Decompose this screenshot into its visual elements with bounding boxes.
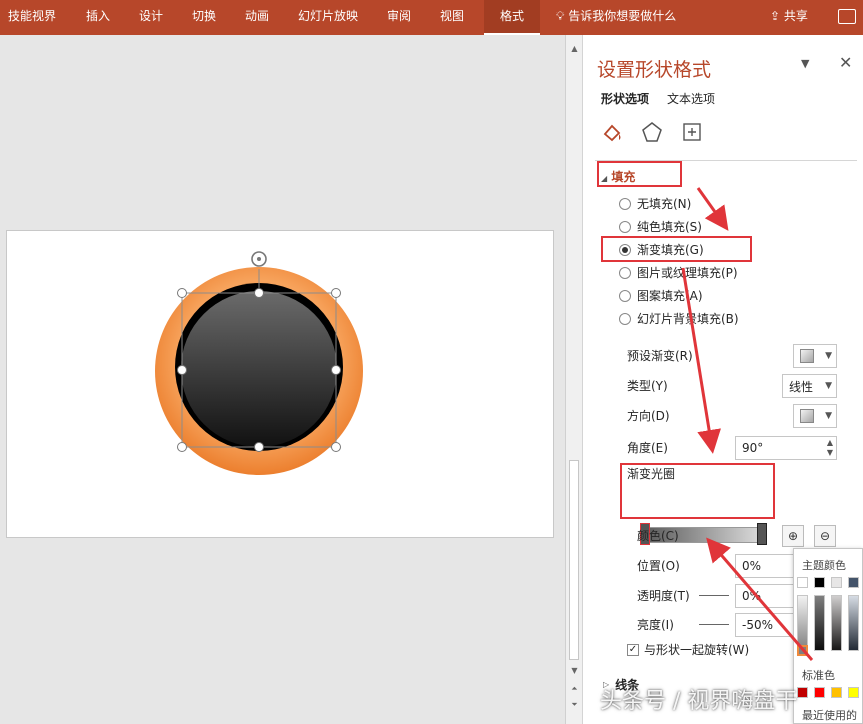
next-slide-icon[interactable]: ⏷ <box>569 699 580 710</box>
preset-gradient-dropdown[interactable]: ▼ <box>793 344 837 368</box>
chevron-down-icon: ▼ <box>825 351 832 361</box>
share-label: 共享 <box>783 9 808 23</box>
angle-spinner[interactable]: 90° ▲ ▼ <box>735 436 837 460</box>
brightness-label: 亮度(I) <box>637 618 674 632</box>
theme-colors-heading: 主题颜色 <box>802 559 846 572</box>
tab-review[interactable]: 审阅 <box>387 0 411 35</box>
theme-color-white[interactable] <box>797 577 808 588</box>
spinner-arrows-icon[interactable]: ▲ ▼ <box>827 438 833 458</box>
ribbon: 技能视界 插入 设计 切换 动画 幻灯片放映 审阅 视图 格式 💡︎ 告诉我你想… <box>0 0 863 35</box>
lightbulb-icon: 💡︎ <box>556 9 565 23</box>
scroll-up-icon[interactable]: ▲ <box>569 43 580 54</box>
rotate-with-shape-checkbox[interactable]: ✓ 与形状一起旋转(W) <box>627 641 749 659</box>
gradient-swatch-icon <box>800 349 814 363</box>
tab-insert[interactable]: 插入 <box>86 0 110 35</box>
tab-format[interactable]: 格式 <box>484 0 540 35</box>
tab-slideshow[interactable]: 幻灯片放映 <box>298 0 358 35</box>
transparency-spinner[interactable]: 0% <box>735 584 797 608</box>
tab-view[interactable]: 视图 <box>440 0 464 35</box>
theme-shades-col4[interactable] <box>848 595 859 651</box>
fill-option-background[interactable]: 幻灯片背景填充(B) <box>619 310 739 328</box>
theme-color-blue-gray[interactable] <box>848 577 859 588</box>
remove-stop-icon[interactable]: ⊖ <box>814 525 836 547</box>
tab-animations[interactable]: 动画 <box>245 0 269 35</box>
divider <box>595 160 857 161</box>
fill-line-icon[interactable] <box>599 119 625 145</box>
tab-shape-options[interactable]: 形状选项 <box>601 90 649 107</box>
vertical-scrollbar[interactable]: ▲ ▼ ⏶ ⏷ <box>565 35 582 724</box>
radio-icon <box>619 198 631 210</box>
tell-me-box[interactable]: 💡︎ 告诉我你想要做什么 <box>556 0 676 35</box>
fill-option-picture[interactable]: 图片或纹理填充(P) <box>619 264 738 282</box>
theme-shades-col3[interactable] <box>831 595 842 651</box>
chevron-down-icon: ▼ <box>825 381 832 391</box>
fill-section-header[interactable]: ◢ 填充 <box>601 168 635 185</box>
circle-shape[interactable] <box>7 231 555 539</box>
position-label: 位置(O) <box>637 559 680 573</box>
selected-color-cell[interactable] <box>797 645 808 656</box>
theme-color-gray[interactable] <box>831 577 842 588</box>
standard-color-dark-red[interactable] <box>797 687 808 698</box>
gradient-stop-right[interactable] <box>757 523 767 545</box>
size-properties-icon[interactable] <box>679 119 705 145</box>
gradient-circle <box>181 291 337 447</box>
recent-colors-heading: 最近使用的 <box>802 709 857 722</box>
comments-icon[interactable] <box>838 9 856 24</box>
scroll-down-icon[interactable]: ▼ <box>569 665 580 676</box>
angle-label: 角度(E) <box>627 441 668 455</box>
chevron-down-icon: ▼ <box>825 411 832 421</box>
direction-dropdown[interactable]: ▼ <box>793 404 837 428</box>
radio-selected-icon <box>619 244 631 256</box>
scroll-thumb[interactable] <box>569 460 579 660</box>
position-spinner[interactable]: 0% <box>735 554 797 578</box>
transparency-label: 透明度(T) <box>637 589 690 603</box>
share-icon: ⇪ <box>770 9 781 23</box>
transparency-slider[interactable] <box>699 595 729 605</box>
gradient-stops-label: 渐变光圈 <box>627 467 676 481</box>
slide-canvas <box>0 35 565 724</box>
add-stop-icon[interactable]: ⊕ <box>782 525 804 547</box>
standard-color-yellow[interactable] <box>848 687 859 698</box>
fill-option-none[interactable]: 无填充(N) <box>619 195 691 213</box>
radio-icon <box>619 290 631 302</box>
pane-title: 设置形状格式 <box>597 59 712 81</box>
tab-text-options[interactable]: 文本选项 <box>667 90 715 107</box>
standard-color-red[interactable] <box>814 687 825 698</box>
close-icon[interactable]: ✕ <box>839 53 852 72</box>
share-button[interactable]: ⇪ 共享 <box>770 0 808 35</box>
radio-icon <box>619 313 631 325</box>
type-label: 类型(Y) <box>627 379 668 393</box>
collapse-triangle-icon: ◢ <box>601 174 608 183</box>
brightness-slider[interactable] <box>699 624 729 634</box>
fill-option-pattern[interactable]: 图案填充(A) <box>619 287 703 305</box>
color-label: 颜色(C) <box>637 529 679 543</box>
checkmark-icon: ✓ <box>627 644 639 656</box>
standard-color-orange[interactable] <box>831 687 842 698</box>
rotate-handle-icon[interactable] <box>251 251 267 267</box>
watermark: 头条号 / 视界嗨盘干 <box>600 689 798 714</box>
theme-color-black[interactable] <box>814 577 825 588</box>
preset-gradient-label: 预设渐变(R) <box>627 349 693 363</box>
color-palette-popup: 主题颜色 标准色 最近使用的 <box>793 548 863 724</box>
brightness-spinner[interactable]: -50% <box>735 613 797 637</box>
standard-colors-heading: 标准色 <box>802 669 835 682</box>
tell-me-text: 告诉我你想要做什么 <box>568 9 677 23</box>
pane-options-icon[interactable]: ▼ <box>801 57 809 70</box>
direction-label: 方向(D) <box>627 409 670 423</box>
type-dropdown[interactable]: 线性 ▼ <box>782 374 837 398</box>
tab-skills[interactable]: 技能视界 <box>8 0 56 35</box>
slide[interactable] <box>6 230 554 538</box>
fill-option-solid[interactable]: 纯色填充(S) <box>619 218 702 236</box>
radio-icon <box>619 221 631 233</box>
effects-pentagon-icon[interactable] <box>639 119 665 145</box>
fill-section-label: 填充 <box>611 170 636 184</box>
radio-icon <box>619 267 631 279</box>
tab-design[interactable]: 设计 <box>139 0 163 35</box>
prev-slide-icon[interactable]: ⏶ <box>569 683 580 694</box>
tab-transitions[interactable]: 切换 <box>192 0 216 35</box>
fill-option-gradient[interactable]: 渐变填充(G) <box>619 241 704 259</box>
theme-shades-col1[interactable] <box>797 595 808 651</box>
direction-swatch-icon <box>800 409 814 423</box>
theme-shades-col2[interactable] <box>814 595 825 651</box>
